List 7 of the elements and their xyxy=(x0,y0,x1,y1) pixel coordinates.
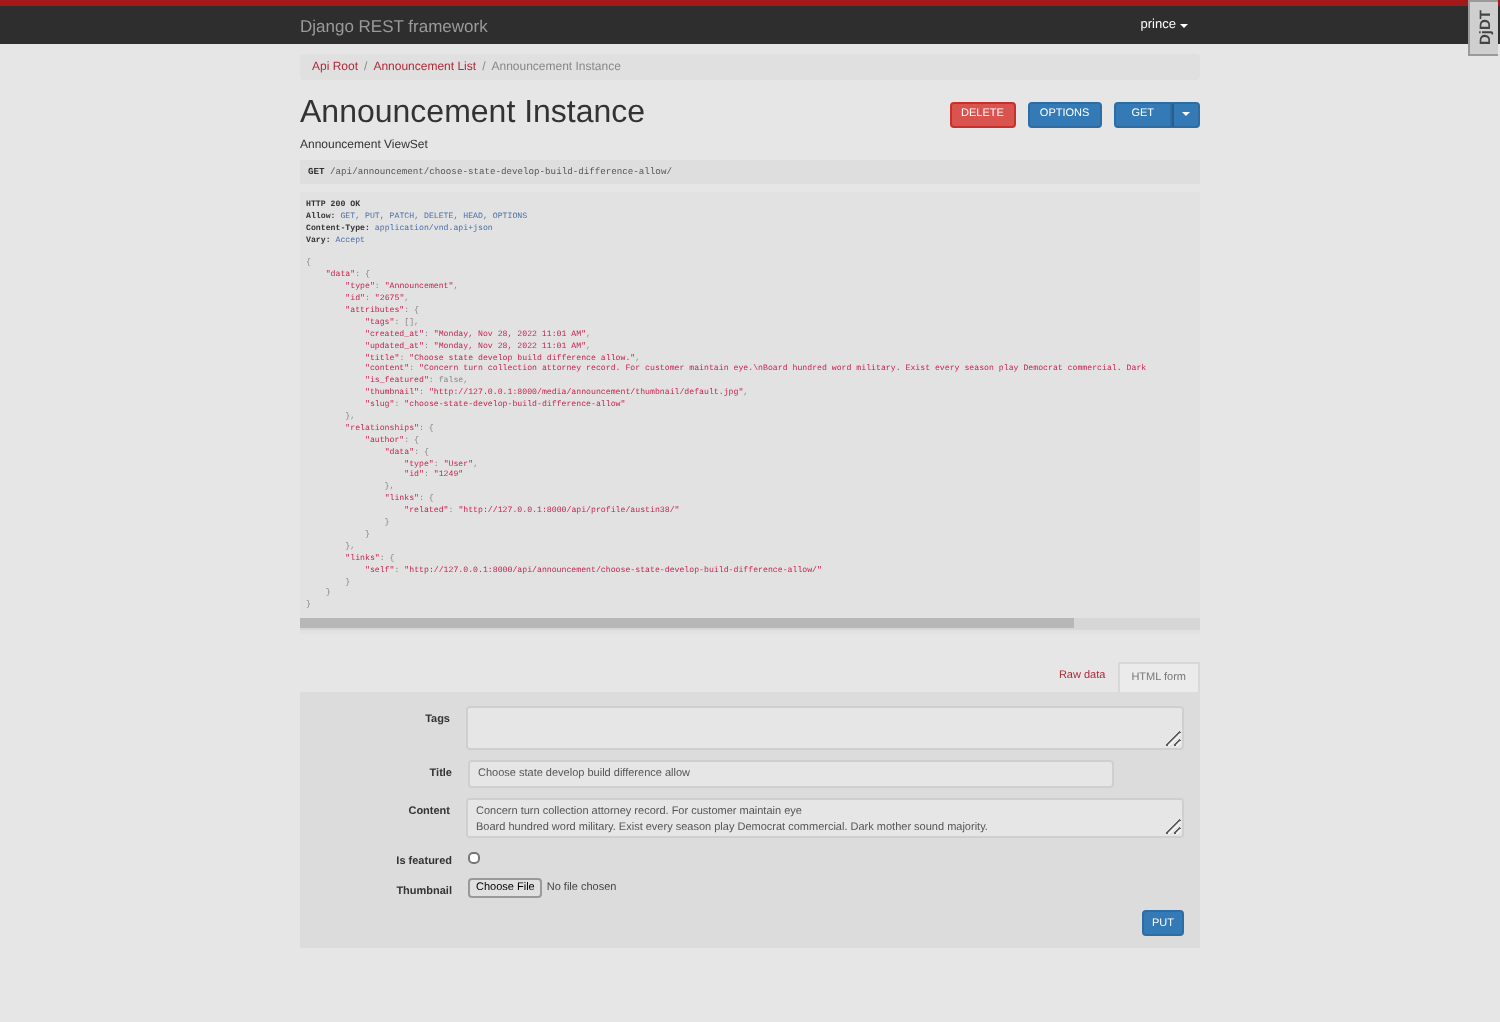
page-title: Announcement Instance xyxy=(300,96,646,132)
checkbox[interactable] xyxy=(468,852,480,865)
caret-icon xyxy=(1182,112,1190,116)
brand-link[interactable]: Django REST framework xyxy=(300,15,488,35)
dropdown-toggle[interactable] xyxy=(1172,101,1200,127)
horizontal-scrollbar[interactable] xyxy=(300,618,1200,631)
caret-icon xyxy=(1180,23,1188,27)
